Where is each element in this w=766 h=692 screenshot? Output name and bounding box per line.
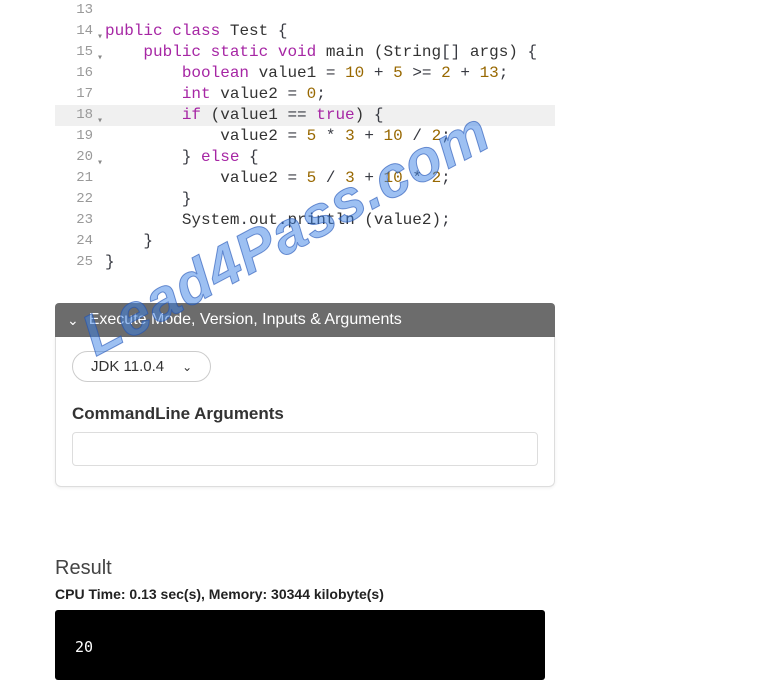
chevron-down-icon: ⌄ [67, 312, 79, 329]
code-line[interactable]: 15▾ public static void main (String[] ar… [55, 42, 555, 63]
code-line[interactable]: 13 [55, 0, 555, 21]
code-line[interactable]: 23 System.out.println (value2); [55, 210, 555, 231]
code-line[interactable]: 22 } [55, 189, 555, 210]
code-content[interactable]: System.out.println (value2); [99, 210, 451, 231]
code-line[interactable]: 19 value2 = 5 * 3 + 10 / 2; [55, 126, 555, 147]
code-content[interactable]: public class Test { [99, 21, 287, 42]
code-content[interactable] [99, 0, 105, 21]
result-stats: CPU Time: 0.13 sec(s), Memory: 30344 kil… [55, 586, 766, 602]
code-content[interactable]: } [99, 231, 153, 252]
line-number: 25 [55, 252, 99, 273]
code-line[interactable]: 14▾public class Test { [55, 21, 555, 42]
execute-mode-accordion[interactable]: ⌄ Execute Mode, Version, Inputs & Argume… [55, 303, 555, 337]
jdk-version-select[interactable]: JDK 11.0.4 ⌄ [72, 351, 211, 382]
code-content[interactable]: public static void main (String[] args) … [99, 42, 537, 63]
code-content[interactable]: boolean value1 = 10 + 5 >= 2 + 13; [99, 63, 508, 84]
code-editor[interactable]: 1314▾public class Test {15▾ public stati… [55, 0, 555, 273]
code-line[interactable]: 17 int value2 = 0; [55, 84, 555, 105]
line-number: 23 [55, 210, 99, 231]
commandline-args-label: CommandLine Arguments [72, 404, 538, 424]
code-content[interactable]: } [99, 252, 115, 273]
line-number: 15▾ [55, 42, 99, 63]
line-number: 20▾ [55, 147, 99, 168]
code-line[interactable]: 25} [55, 252, 555, 273]
code-content[interactable]: } else { [99, 147, 259, 168]
console-line: 20 [75, 638, 93, 656]
code-content[interactable]: } [99, 189, 191, 210]
code-line[interactable]: 16 boolean value1 = 10 + 5 >= 2 + 13; [55, 63, 555, 84]
console-output[interactable]: 20 [55, 610, 545, 680]
line-number: 24 [55, 231, 99, 252]
line-number: 19 [55, 126, 99, 147]
code-line[interactable]: 21 value2 = 5 / 3 + 10 * 2; [55, 168, 555, 189]
commandline-args-input[interactable] [72, 432, 538, 466]
jdk-selected-label: JDK 11.0.4 [91, 358, 164, 375]
line-number: 18▾ [55, 105, 99, 126]
code-line[interactable]: 20▾ } else { [55, 147, 555, 168]
line-number: 14▾ [55, 21, 99, 42]
line-number: 16 [55, 63, 99, 84]
execute-panel: JDK 11.0.4 ⌄ CommandLine Arguments [55, 337, 555, 487]
line-number: 22 [55, 189, 99, 210]
code-content[interactable]: if (value1 == true) { [99, 105, 383, 126]
line-number: 21 [55, 168, 99, 189]
line-number: 17 [55, 84, 99, 105]
accordion-title: Execute Mode, Version, Inputs & Argument… [89, 311, 402, 329]
line-number: 13 [55, 0, 99, 21]
code-content[interactable]: value2 = 5 * 3 + 10 / 2; [99, 126, 451, 147]
code-content[interactable]: value2 = 5 / 3 + 10 * 2; [99, 168, 451, 189]
code-line[interactable]: 18▾ if (value1 == true) { [55, 105, 555, 126]
code-content[interactable]: int value2 = 0; [99, 84, 326, 105]
result-heading: Result [55, 557, 766, 580]
chevron-down-icon: ⌄ [182, 360, 192, 374]
code-line[interactable]: 24 } [55, 231, 555, 252]
